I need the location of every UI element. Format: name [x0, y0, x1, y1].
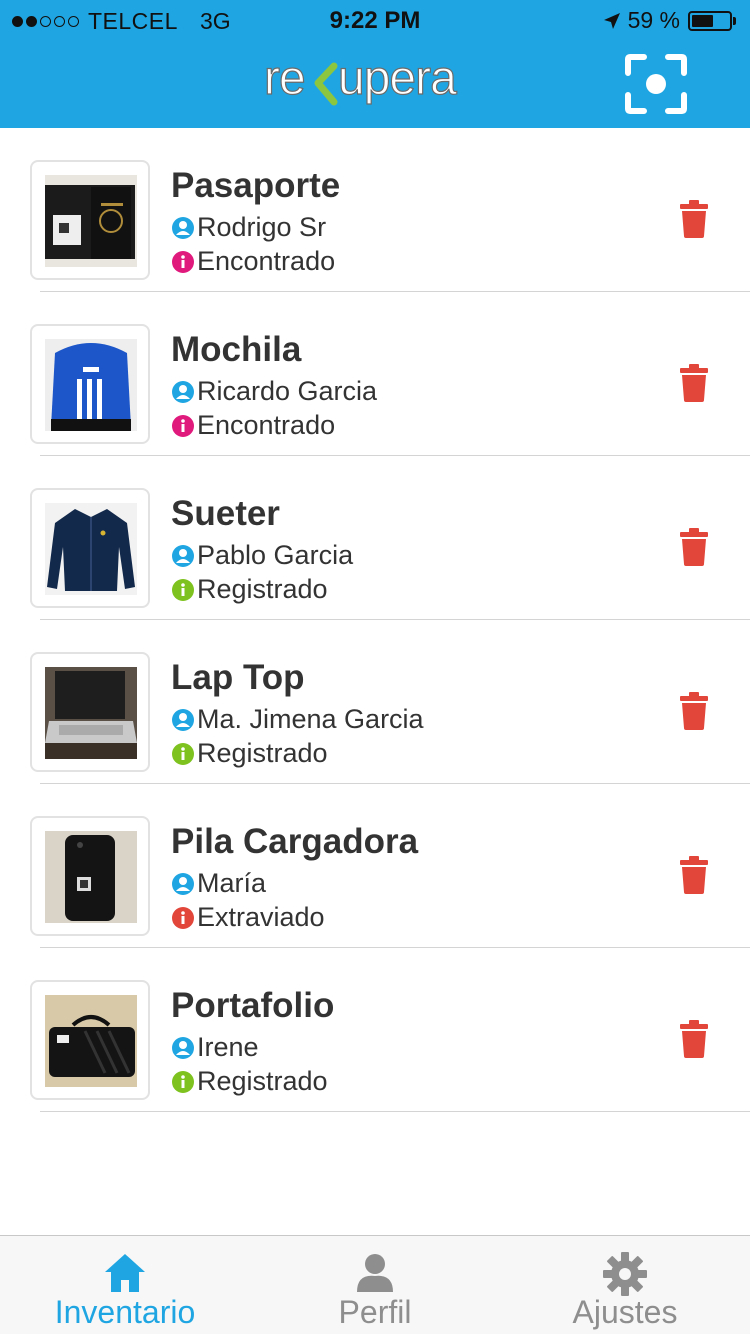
- owner-name: María: [197, 868, 267, 898]
- status-bar: TELCEL 3G 9:22 PM 59 %: [0, 0, 750, 40]
- user-icon: [172, 380, 194, 403]
- item-status: Encontrado: [172, 410, 335, 441]
- trash-icon[interactable]: [680, 200, 708, 238]
- status-label: Extraviado: [197, 902, 325, 932]
- briefcase-icon: [45, 995, 137, 1087]
- status-label: Registrado: [197, 1066, 328, 1096]
- item-owner: Pablo Garcia: [172, 540, 353, 571]
- home-icon: [105, 1254, 145, 1292]
- info-icon: [172, 578, 194, 601]
- item-status: Registrado: [172, 1066, 328, 1097]
- item-status: Registrado: [172, 574, 328, 605]
- item-status: Registrado: [172, 738, 328, 769]
- gear-icon: [603, 1252, 647, 1296]
- info-icon: [172, 906, 194, 929]
- item-name: Mochila: [171, 330, 302, 369]
- battery-icon: [688, 10, 732, 31]
- list-item[interactable]: Portafolio Irene Registrado: [0, 948, 750, 1112]
- item-thumbnail: [30, 652, 150, 772]
- status-label: Encontrado: [197, 410, 336, 440]
- tab-bar: Inventario Perfil Ajustes: [0, 1235, 750, 1334]
- item-thumbnail: [30, 816, 150, 936]
- info-icon: [172, 250, 194, 273]
- battery-case-icon: [45, 831, 137, 923]
- info-icon: [172, 742, 194, 765]
- list-item[interactable]: Pasaporte Rodrigo Sr Encontrado: [0, 128, 750, 292]
- tab-perfil[interactable]: Perfil: [250, 1236, 500, 1334]
- user-icon: [172, 216, 194, 239]
- item-name: Pasaporte: [171, 166, 341, 205]
- user-icon: [172, 708, 194, 731]
- trash-icon[interactable]: [680, 856, 708, 894]
- location-arrow-icon: [603, 12, 620, 29]
- list-item[interactable]: Mochila Ricardo Garcia Encontrado: [0, 292, 750, 456]
- rekupera-logo-icon: re upera: [263, 51, 458, 105]
- list-item[interactable]: Sueter Pablo Garcia Registrado: [0, 456, 750, 620]
- user-icon: [172, 1036, 194, 1059]
- user-icon: [172, 544, 194, 567]
- info-icon: [172, 1070, 194, 1093]
- owner-name: Pablo Garcia: [197, 540, 354, 570]
- inventory-list: Pasaporte Rodrigo Sr Encontrado Mochila: [0, 128, 750, 1112]
- item-name: Portafolio: [171, 986, 335, 1025]
- owner-name: Ricardo Garcia: [197, 376, 378, 406]
- item-status: Encontrado: [172, 246, 335, 277]
- item-name: Pila Cargadora: [171, 822, 419, 861]
- tab-label: Inventario: [54, 1294, 196, 1330]
- trash-icon[interactable]: [680, 1020, 708, 1058]
- list-item[interactable]: Pila Cargadora María Extraviado: [0, 784, 750, 948]
- sweater-icon: [45, 503, 137, 595]
- profile-icon: [357, 1254, 393, 1292]
- app-header: TELCEL 3G 9:22 PM 59 % re upera: [0, 0, 750, 128]
- item-owner: María: [172, 868, 266, 899]
- trash-icon[interactable]: [680, 692, 708, 730]
- status-right: 59 %: [602, 7, 736, 34]
- item-thumbnail: [30, 160, 150, 280]
- backpack-icon: [45, 339, 137, 431]
- item-thumbnail: [30, 488, 150, 608]
- tab-label: Perfil: [338, 1294, 412, 1330]
- trash-icon[interactable]: [680, 528, 708, 566]
- svg-text:re: re: [264, 52, 305, 105]
- status-label: Registrado: [197, 574, 328, 604]
- item-owner: Irene: [172, 1032, 259, 1063]
- item-thumbnail: [30, 324, 150, 444]
- battery-percent: 59 %: [627, 7, 680, 33]
- item-owner: Ma. Jimena Garcia: [172, 704, 424, 735]
- list-item[interactable]: Lap Top Ma. Jimena Garcia Registrado: [0, 620, 750, 784]
- owner-name: Irene: [197, 1032, 259, 1062]
- tab-inventario[interactable]: Inventario: [0, 1236, 250, 1334]
- item-status: Extraviado: [172, 902, 325, 933]
- status-label: Registrado: [197, 738, 328, 768]
- info-icon: [172, 414, 194, 437]
- item-name: Lap Top: [171, 658, 305, 697]
- scan-button[interactable]: [624, 53, 688, 115]
- item-owner: Ricardo Garcia: [172, 376, 377, 407]
- tab-label: Ajustes: [572, 1294, 678, 1330]
- trash-icon[interactable]: [680, 364, 708, 402]
- app-logo: re upera: [262, 50, 488, 112]
- owner-name: Rodrigo Sr: [197, 212, 327, 242]
- tab-ajustes[interactable]: Ajustes: [500, 1236, 750, 1334]
- item-owner: Rodrigo Sr: [172, 212, 326, 243]
- battery-tip-icon: [733, 16, 736, 25]
- passport-icon: [45, 175, 137, 267]
- user-icon: [172, 872, 194, 895]
- item-name: Sueter: [171, 494, 280, 533]
- owner-name: Ma. Jimena Garcia: [197, 704, 424, 734]
- svg-text:upera: upera: [338, 52, 457, 105]
- item-thumbnail: [30, 980, 150, 1100]
- focus-scan-icon: [625, 54, 687, 114]
- laptop-icon: [45, 667, 137, 759]
- status-label: Encontrado: [197, 246, 336, 276]
- row-divider: [40, 1111, 750, 1112]
